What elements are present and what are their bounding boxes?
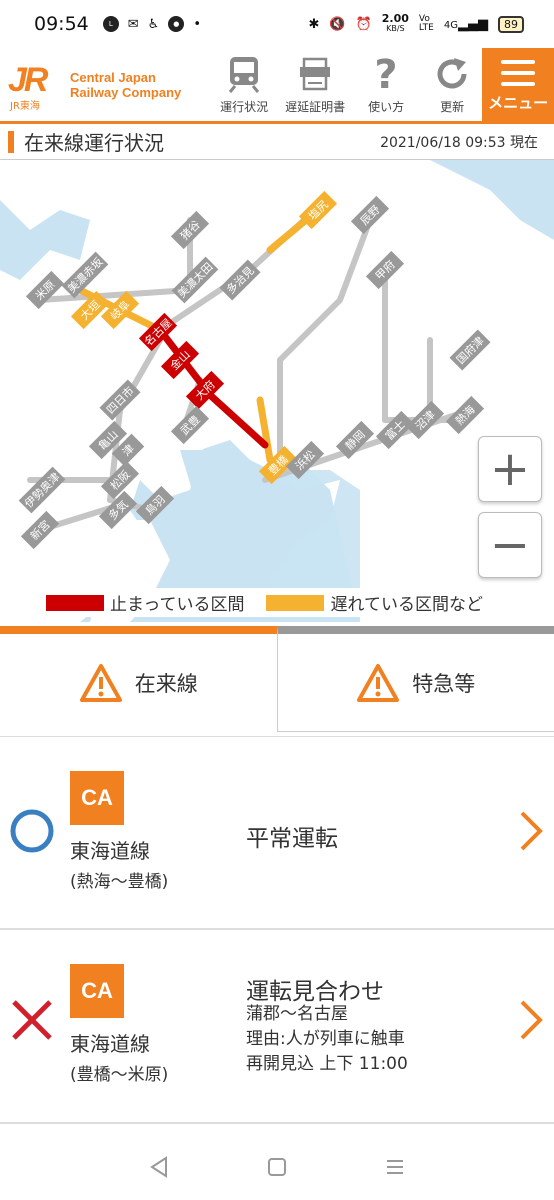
route-map[interactable]: 米原 美濃赤坂 大垣 岐阜 名古屋 金山 大府 武豊 豊橋 猪谷 美濃太田 多治… — [0, 160, 554, 622]
line-badge: CA — [70, 964, 124, 1018]
line-badge: CA — [70, 771, 124, 825]
logo-line-1: Central Japan — [70, 69, 156, 85]
refresh-icon — [432, 54, 472, 94]
net-speed: 2.00 KB/S — [381, 12, 409, 33]
alarm-icon: ⏰ — [355, 16, 372, 32]
signal-icon: 4G▂▄▆ — [443, 16, 488, 32]
zoom-out-button[interactable]: − — [478, 512, 542, 578]
line-icon: L — [102, 16, 119, 32]
line-status-card[interactable]: CA 東海道線 (豊橋～米原) 運転見合わせ 蒲郡～名古屋 理由:人が列車に触車… — [0, 930, 554, 1124]
jr-logo-mark: JR JR東海 — [8, 60, 49, 112]
accessibility-icon: ♿ — [147, 16, 160, 32]
line-status-card[interactable]: CA 東海道線 (熱海～豊橋) 平常運転 — [0, 736, 554, 930]
nav-delay-certificate[interactable]: 遅延証明書 — [280, 48, 350, 121]
resume-estimate: 再開見込 上下 11:00 — [246, 1054, 408, 1074]
delayed-swatch — [266, 594, 325, 611]
volte-icon: Vo LTE — [418, 14, 434, 33]
tab-limited-express[interactable]: 特急等 — [277, 626, 554, 732]
chevron-right-icon — [520, 811, 543, 851]
line-type-tabs: 在来線 特急等 — [0, 626, 554, 732]
page-title: 在来線運行状況 — [24, 131, 164, 155]
line-range: (熱海～豊橋) — [70, 872, 169, 892]
nav-how-to-use[interactable]: ? 使い方 — [356, 48, 416, 121]
warning-icon — [79, 664, 122, 702]
jr-central-logo[interactable]: JR JR東海 Central Japan Railway Company — [0, 48, 210, 121]
chevron-right-icon — [520, 1000, 543, 1040]
line-range: (豊橋～米原) — [70, 1065, 169, 1085]
svg-text:?: ? — [375, 54, 398, 94]
stopped-legend-label: 止まっている区間 — [110, 595, 245, 615]
chrome-icon: ● — [168, 16, 185, 32]
menu-button[interactable]: メニュー — [482, 48, 554, 124]
nav-operation-status[interactable]: 運行状況 — [214, 48, 274, 121]
operation-status: 運転見合わせ — [246, 979, 384, 1005]
question-icon: ? — [366, 54, 406, 94]
train-icon — [224, 54, 264, 94]
stopped-swatch — [46, 594, 104, 611]
battery-icon: 89 — [498, 15, 524, 33]
line-name: 東海道線 — [70, 1032, 150, 1056]
logo-line-2: Railway Company — [70, 84, 182, 100]
status-bar: 09:54 L ✉ ♿ ● • ✱ 🔇 ⏰ 2.00 KB/S Vo LTE 4… — [0, 0, 554, 48]
reason: 理由:人が列車に触車 — [246, 1029, 405, 1049]
chat-icon: ✉ — [127, 16, 139, 32]
mute-icon: 🔇 — [329, 16, 346, 32]
title-accent-bar — [8, 130, 14, 153]
bluetooth-icon: ✱ — [308, 16, 320, 32]
normal-circle-icon — [10, 809, 54, 853]
affected-section: 蒲郡～名古屋 — [246, 1004, 348, 1024]
line-name: 東海道線 — [70, 839, 150, 863]
tab-conventional-lines[interactable]: 在来線 — [0, 626, 278, 732]
zoom-in-button[interactable]: + — [478, 436, 542, 502]
clock: 09:54 — [34, 13, 89, 35]
system-navigation-bar — [0, 1134, 554, 1200]
hamburger-icon — [501, 59, 536, 86]
certificate-icon — [295, 54, 335, 94]
delayed-legend-label: 遅れている区間など — [330, 595, 483, 615]
dot-icon: • — [193, 16, 201, 32]
warning-icon — [357, 663, 400, 702]
update-timestamp: 2021/06/18 09:53 現在 — [380, 134, 538, 151]
back-icon[interactable] — [148, 1156, 170, 1178]
app-header: JR JR東海 Central Japan Railway Company 運行… — [0, 48, 554, 124]
map-legend: 止まっている区間 遅れている区間など — [42, 588, 487, 617]
status-details: 蒲郡～名古屋 理由:人が列車に触車 再開見込 上下 11:00 — [246, 1002, 408, 1077]
nav-refresh[interactable]: 更新 — [422, 48, 482, 121]
operation-status: 平常運転 — [246, 826, 338, 852]
home-icon[interactable] — [266, 1156, 288, 1178]
suspended-cross-icon — [12, 1000, 52, 1040]
recents-icon[interactable] — [384, 1156, 406, 1178]
section-title-row: 在来線運行状況 2021/06/18 09:53 現在 — [0, 124, 554, 160]
route-map-svg: 米原 美濃赤坂 大垣 岐阜 名古屋 金山 大府 武豊 豊橋 猪谷 美濃太田 多治… — [0, 160, 554, 622]
